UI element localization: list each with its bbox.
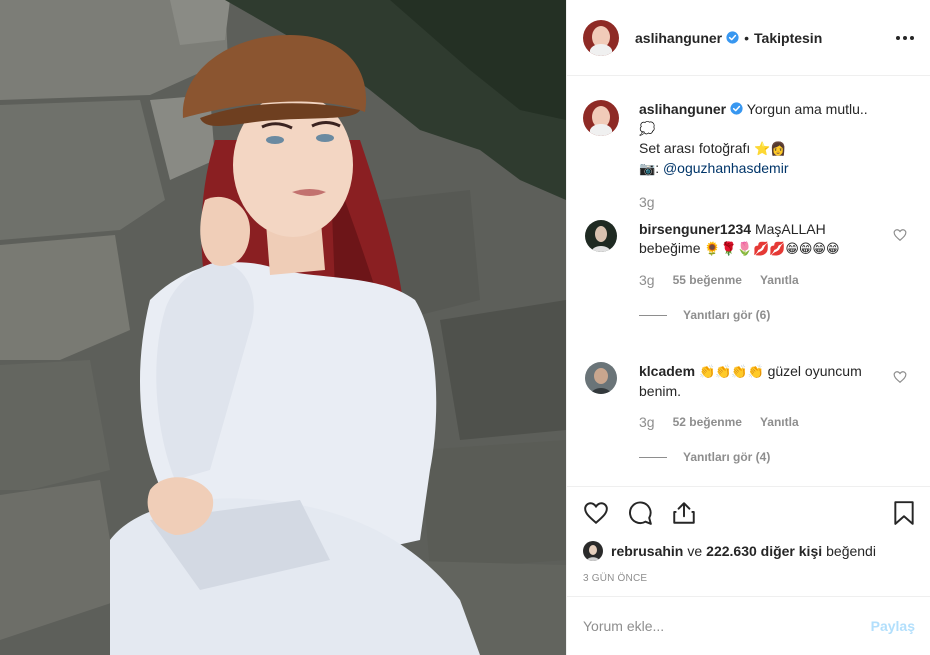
post-photo-illustration [0, 0, 566, 655]
comment-username[interactable]: birsenguner1234 [639, 221, 751, 237]
caption-mention-link[interactable]: @oguzhanhasdemir [663, 160, 789, 176]
comment-emoji: 🌻🌹🌷💋💋😁😁😁😁 [704, 242, 840, 257]
comment-likes[interactable]: 55 beğenme [673, 271, 742, 290]
comment-input[interactable] [583, 618, 871, 634]
comment-like-heart-icon[interactable] [893, 228, 907, 242]
view-replies-button[interactable]: Yanıtları gör (6) [639, 306, 889, 325]
author-avatar[interactable] [583, 19, 619, 56]
post-date[interactable]: 3 GÜN ÖNCE [583, 573, 647, 584]
comment-item: klcadem 👏👏👏👏 güzel oyuncum benim. 3g 52 … [583, 362, 915, 467]
reply-button[interactable]: Yanıtla [760, 413, 799, 432]
likes-count[interactable]: 222.630 diğer kişi [706, 543, 822, 559]
comment-body: klcadem 👏👏👏👏 güzel oyuncum benim. 3g 52 … [639, 362, 889, 467]
author-line: aslihanguner • Takiptesin [635, 30, 822, 46]
comment-meta: 3g 52 beğenme Yanıtla [639, 413, 889, 432]
follow-dot: • [744, 29, 750, 46]
commenter-avatar[interactable] [585, 362, 617, 394]
more-dots-icon[interactable] [895, 28, 915, 48]
commenter-avatar[interactable] [585, 220, 617, 252]
comment-item: birsenguner1234 MaşALLAH bebeğime 🌻🌹🌷💋💋😁… [583, 220, 915, 325]
bookmark-icon[interactable] [891, 500, 917, 526]
post-sidebar: aslihanguner • Takiptesin aslihanguner Y… [566, 0, 930, 655]
liker-avatar[interactable] [583, 541, 603, 561]
caption-line3-emoji: ⭐👩 [754, 142, 787, 157]
reply-button[interactable]: Yanıtla [760, 271, 799, 290]
caption-avatar[interactable] [583, 100, 619, 136]
replies-divider [639, 315, 667, 316]
caption-line3: Set arası fotoğrafı [639, 140, 751, 156]
comment-body: birsenguner1234 MaşALLAH bebeğime 🌻🌹🌷💋💋😁… [639, 220, 889, 325]
liker-username[interactable]: rebrusahin [611, 543, 683, 559]
comments-list[interactable]: aslihanguner Yorgun ama mutlu.. 💭 Set ar… [567, 77, 930, 485]
post-photo[interactable] [0, 0, 566, 655]
caption-body: aslihanguner Yorgun ama mutlu.. 💭 Set ar… [639, 100, 889, 212]
view-replies-label: Yanıtları gör (4) [683, 450, 771, 464]
comment-like-heart-icon[interactable] [893, 370, 907, 384]
comment-likes[interactable]: 52 beğenme [673, 413, 742, 432]
view-replies-label: Yanıtları gör (6) [683, 308, 771, 322]
share-icon[interactable] [671, 500, 697, 526]
camera-emoji: 📷 [639, 162, 656, 177]
post-actions: rebrusahin ve 222.630 diğer kişi beğendi… [567, 486, 930, 596]
comment-meta: 3g 55 beğenme Yanıtla [639, 271, 889, 290]
caption-colon: : [655, 160, 660, 176]
heart-icon[interactable] [583, 500, 609, 526]
likes-connector: ve [687, 543, 703, 559]
view-replies-button[interactable]: Yanıtları gör (4) [639, 448, 889, 467]
caption-thought-emoji: 💭 [639, 122, 656, 137]
caption-meta: 3g [639, 193, 889, 212]
caption-line1: Yorgun ama mutlu.. [746, 101, 868, 117]
comment-bubble-icon[interactable] [627, 500, 653, 526]
comment-username[interactable]: klcadem [639, 363, 695, 379]
likes-suffix: beğendi [826, 543, 876, 559]
post-comment-button[interactable]: Paylaş [871, 618, 915, 634]
comment-time[interactable]: 3g [639, 271, 655, 290]
verified-badge-icon [730, 102, 743, 115]
comment-time[interactable]: 3g [639, 413, 655, 432]
post-header: aslihanguner • Takiptesin [567, 0, 930, 76]
comment-emoji: 👏👏👏👏 [698, 365, 764, 380]
likes-summary: rebrusahin ve 222.630 diğer kişi beğendi [583, 541, 876, 561]
caption-username[interactable]: aslihanguner [639, 101, 726, 117]
add-comment-bar: Paylaş [567, 596, 930, 655]
follow-status[interactable]: Takiptesin [754, 30, 822, 46]
replies-divider [639, 457, 667, 458]
caption-row: aslihanguner Yorgun ama mutlu.. 💭 Set ar… [583, 100, 915, 212]
author-username[interactable]: aslihanguner [635, 30, 722, 46]
caption-time[interactable]: 3g [639, 193, 655, 212]
verified-badge-icon [726, 31, 739, 44]
